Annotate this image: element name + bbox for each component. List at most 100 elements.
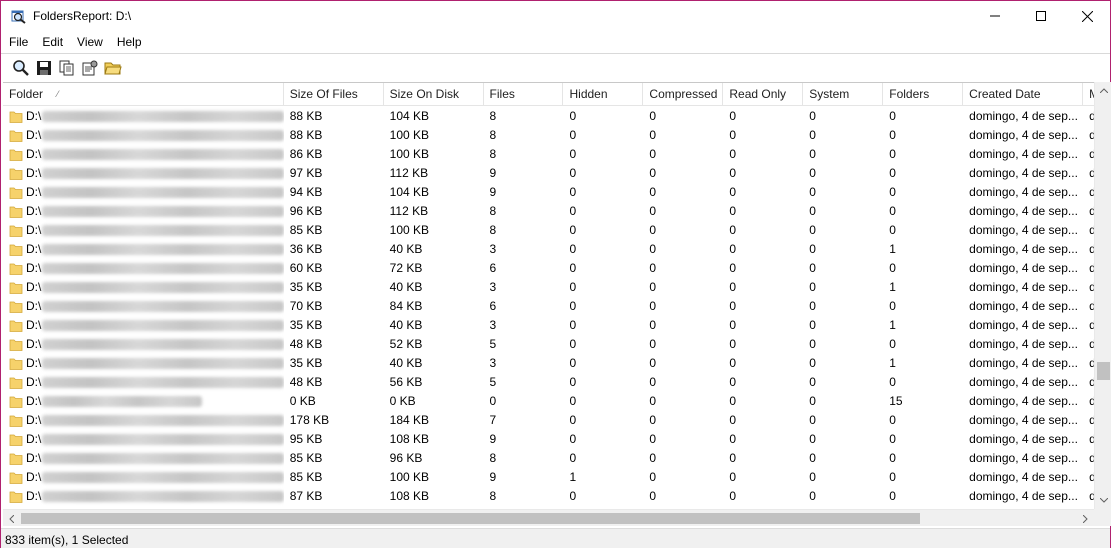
table-row[interactable]: D:\ 94 KB 104 KB 9 0 0 0 0 0 domingo, 4 de sep...… <box>3 183 1094 202</box>
folder-icon <box>9 377 23 389</box>
size-on-disk-cell: 56 KB <box>389 375 423 389</box>
system-cell: 0 <box>809 299 816 313</box>
open-folder-button[interactable] <box>103 58 123 78</box>
folders-cell: 0 <box>889 470 896 484</box>
vertical-scrollbar[interactable] <box>1094 82 1111 509</box>
column-header-size-on-disk[interactable]: Size On Disk <box>384 83 484 106</box>
files-cell: 6 <box>489 299 497 313</box>
column-header-hidden[interactable]: Hidden <box>563 83 644 106</box>
column-header-folders[interactable]: Folders <box>883 83 964 106</box>
compressed-cell: 0 <box>649 318 657 332</box>
column-header-files[interactable]: Files <box>484 83 564 106</box>
vertical-scroll-thumb[interactable] <box>1097 362 1110 380</box>
horizontal-scrollbar[interactable] <box>3 509 1094 526</box>
horizontal-scroll-thumb[interactable] <box>21 513 920 524</box>
column-header-system[interactable]: System <box>803 83 884 106</box>
copy-button[interactable] <box>57 58 77 78</box>
column-header-read-only[interactable]: Read Only <box>723 83 804 106</box>
redacted-path <box>42 472 284 483</box>
redacted-path <box>42 225 284 236</box>
folder-path: D:\ <box>26 375 42 389</box>
scroll-right-button[interactable] <box>1077 510 1094 527</box>
menu-file[interactable]: File <box>1 32 35 52</box>
table-row[interactable]: D:\ 95 KB 108 KB 9 0 0 0 0 0 domingo, 4 de sep...… <box>3 430 1094 449</box>
system-cell: 0 <box>809 375 816 389</box>
table-row[interactable]: D:\ 88 KB 100 KB 8 0 0 0 0 0 domingo, 4 de sep...… <box>3 126 1094 145</box>
search-button[interactable] <box>11 58 31 78</box>
scroll-left-button[interactable] <box>3 510 20 527</box>
column-header-modified[interactable]: M <box>1083 83 1094 106</box>
folder-path: D:\ <box>26 394 42 408</box>
table-row[interactable]: D:\ 35 KB 40 KB 3 0 0 0 0 1 domingo, 4 de sep... d <box>3 316 1094 335</box>
properties-button[interactable] <box>80 58 100 78</box>
menu-edit[interactable]: Edit <box>35 32 70 52</box>
minimize-button[interactable] <box>972 1 1018 31</box>
modified-cell: d <box>1083 126 1094 145</box>
size-of-files-cell: 48 KB <box>289 375 323 389</box>
table-row[interactable]: D:\ 35 KB 40 KB 3 0 0 0 0 1 domingo, 4 de sep... d <box>3 354 1094 373</box>
table-row[interactable]: D:\ 60 KB 72 KB 6 0 0 0 0 0 domingo, 4 de sep... d <box>3 259 1094 278</box>
compressed-cell: 0 <box>649 394 657 408</box>
modified-cell: d <box>1083 468 1094 487</box>
folder-path: D:\ <box>26 413 42 427</box>
folder-path: D:\ <box>26 451 42 465</box>
compressed-cell: 0 <box>649 375 657 389</box>
compressed-cell: 0 <box>649 299 657 313</box>
column-header-created-date[interactable]: Created Date <box>963 83 1084 106</box>
system-cell: 0 <box>809 451 816 465</box>
created-date-cell: domingo, 4 de sep... <box>969 489 1078 503</box>
table-row[interactable]: D:\ 85 KB 100 KB 9 1 0 0 0 0 domingo, 4 de sep...… <box>3 468 1094 487</box>
table-row[interactable]: D:\ 48 KB 56 KB 5 0 0 0 0 0 domingo, 4 de sep... d <box>3 373 1094 392</box>
hidden-cell: 0 <box>569 204 577 218</box>
scroll-up-button[interactable] <box>1095 82 1111 99</box>
table-row[interactable]: D:\ 85 KB 100 KB 8 0 0 0 0 0 domingo, 4 de sep...… <box>3 221 1094 240</box>
created-date-cell: domingo, 4 de sep... <box>969 280 1078 294</box>
menu-help[interactable]: Help <box>110 32 149 52</box>
table-row[interactable]: D:\ 35 KB 40 KB 3 0 0 0 0 1 domingo, 4 de sep... d <box>3 278 1094 297</box>
modified-cell: d <box>1083 259 1094 278</box>
folder-path: D:\ <box>26 356 42 370</box>
modified-cell: d <box>1083 297 1094 316</box>
maximize-button[interactable] <box>1018 1 1064 31</box>
table-row[interactable]: D:\ 85 KB 96 KB 8 0 0 0 0 0 domingo, 4 de sep... d <box>3 449 1094 468</box>
redacted-path <box>42 111 284 122</box>
folder-icon <box>9 263 23 275</box>
table-row[interactable]: D:\ 70 KB 84 KB 6 0 0 0 0 0 domingo, 4 de sep... d <box>3 297 1094 316</box>
table-row[interactable]: D:\ 0 KB 0 KB 0 0 0 0 0 15 domingo, 4 de sep... d <box>3 392 1094 411</box>
table-row[interactable]: D:\ 36 KB 40 KB 3 0 0 0 0 1 domingo, 4 de sep... d <box>3 240 1094 259</box>
table-row[interactable]: D:\ 87 KB 108 KB 8 0 0 0 0 0 domingo, 4 de sep...… <box>3 487 1094 506</box>
table-row[interactable]: D:\ 48 KB 52 KB 5 0 0 0 0 0 domingo, 4 de sep... d <box>3 335 1094 354</box>
table-row[interactable]: D:\ 86 KB 100 KB 8 0 0 0 0 0 domingo, 4 de sep...… <box>3 145 1094 164</box>
scrollbar-corner <box>1094 509 1111 526</box>
folder-icon <box>9 453 23 465</box>
size-on-disk-cell: 40 KB <box>389 242 423 256</box>
close-button[interactable] <box>1064 1 1110 31</box>
compressed-cell: 0 <box>649 223 657 237</box>
folder-icon <box>9 415 23 427</box>
column-header-folder[interactable]: Folder ⁄ <box>3 83 284 106</box>
chevron-left-icon <box>9 514 14 523</box>
folder-cell: D:\ <box>3 278 284 297</box>
modified-cell: d <box>1083 183 1094 202</box>
hidden-cell: 0 <box>569 394 577 408</box>
folders-list[interactable]: Folder ⁄ Size Of Files Size On Disk File… <box>3 82 1094 509</box>
menu-view[interactable]: View <box>70 32 110 52</box>
folders-cell: 1 <box>889 242 896 256</box>
table-row[interactable]: D:\ 97 KB 112 KB 9 0 0 0 0 0 domingo, 4 de sep...… <box>3 164 1094 183</box>
files-cell: 9 <box>489 470 497 484</box>
created-date-cell: domingo, 4 de sep... <box>969 318 1078 332</box>
window-title: FoldersReport: D:\ <box>33 9 132 23</box>
redacted-path <box>42 320 284 331</box>
created-date-cell: domingo, 4 de sep... <box>969 337 1078 351</box>
scroll-down-button[interactable] <box>1095 492 1111 509</box>
save-button[interactable] <box>34 58 54 78</box>
system-cell: 0 <box>809 280 816 294</box>
table-row[interactable]: D:\ 178 KB 184 KB 7 0 0 0 0 0 domingo, 4 de sep..… <box>3 411 1094 430</box>
table-row[interactable]: D:\ 88 KB 104 KB 8 0 0 0 0 0 domingo, 4 de sep...… <box>3 107 1094 126</box>
modified-cell: d <box>1083 221 1094 240</box>
table-row[interactable]: D:\ 96 KB 112 KB 8 0 0 0 0 0 domingo, 4 de sep...… <box>3 202 1094 221</box>
folder-icon <box>9 320 23 332</box>
column-header-compressed[interactable]: Compressed <box>643 83 724 106</box>
hidden-cell: 0 <box>569 489 577 503</box>
column-header-size-of-files[interactable]: Size Of Files <box>284 83 384 106</box>
